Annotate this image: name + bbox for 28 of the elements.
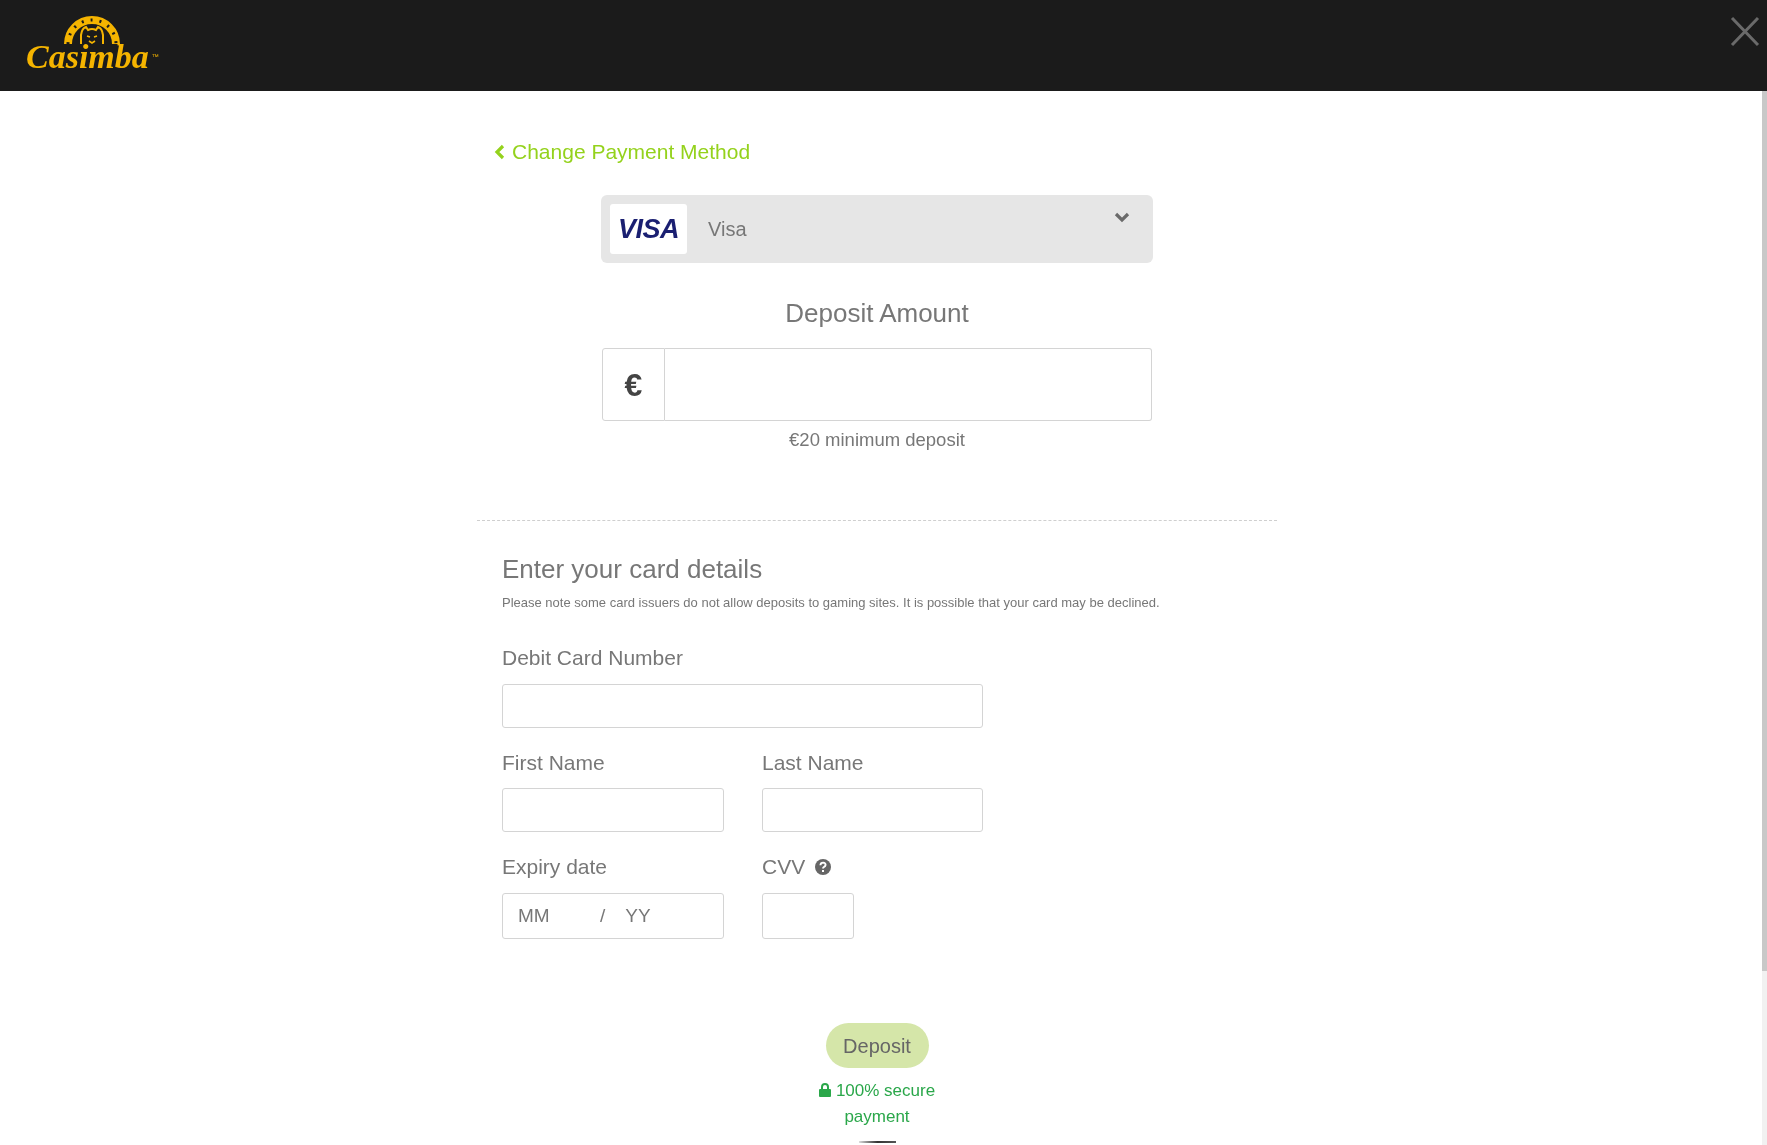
lock-icon [818,1083,831,1097]
first-name-label: First Name [502,750,605,776]
card-decline-note: Please note some card issuers do not allow deposits to gaming sites. It is possible that your card may be declined. [502,594,1160,612]
currency-prefix: € [602,348,665,421]
last-name-input[interactable] [762,788,983,832]
minimum-deposit-hint: €20 minimum deposit [789,428,965,452]
help-icon[interactable] [815,859,832,875]
scrollbar[interactable] [1762,91,1767,1145]
amount-input[interactable] [665,348,1152,421]
expiry-date-field[interactable]: MM / YY [502,893,724,939]
card-number-label: Debit Card Number [502,645,683,671]
cvv-input[interactable] [762,893,854,939]
close-button[interactable] [1730,16,1760,47]
card-number-input[interactable] [502,684,983,728]
deposit-amount-title: Deposit Amount [785,297,969,329]
card-details-title: Enter your card details [502,553,763,586]
last-name-label: Last Name [762,750,864,776]
cvv-label: CVV [762,854,806,880]
first-name-input[interactable] [502,788,724,832]
year-input[interactable]: YY [625,901,706,931]
close-icon [1730,16,1760,47]
payment-method-select[interactable]: VISA Visa [601,195,1153,263]
month-input[interactable]: MM [518,901,590,931]
visa-logo: VISA [610,204,687,254]
chevron-left-icon [494,144,505,160]
expiry-date-label: Expiry date [502,854,608,880]
date-separator: / [600,903,606,928]
secure-payment-text: 100% secure payment [835,1081,936,1126]
